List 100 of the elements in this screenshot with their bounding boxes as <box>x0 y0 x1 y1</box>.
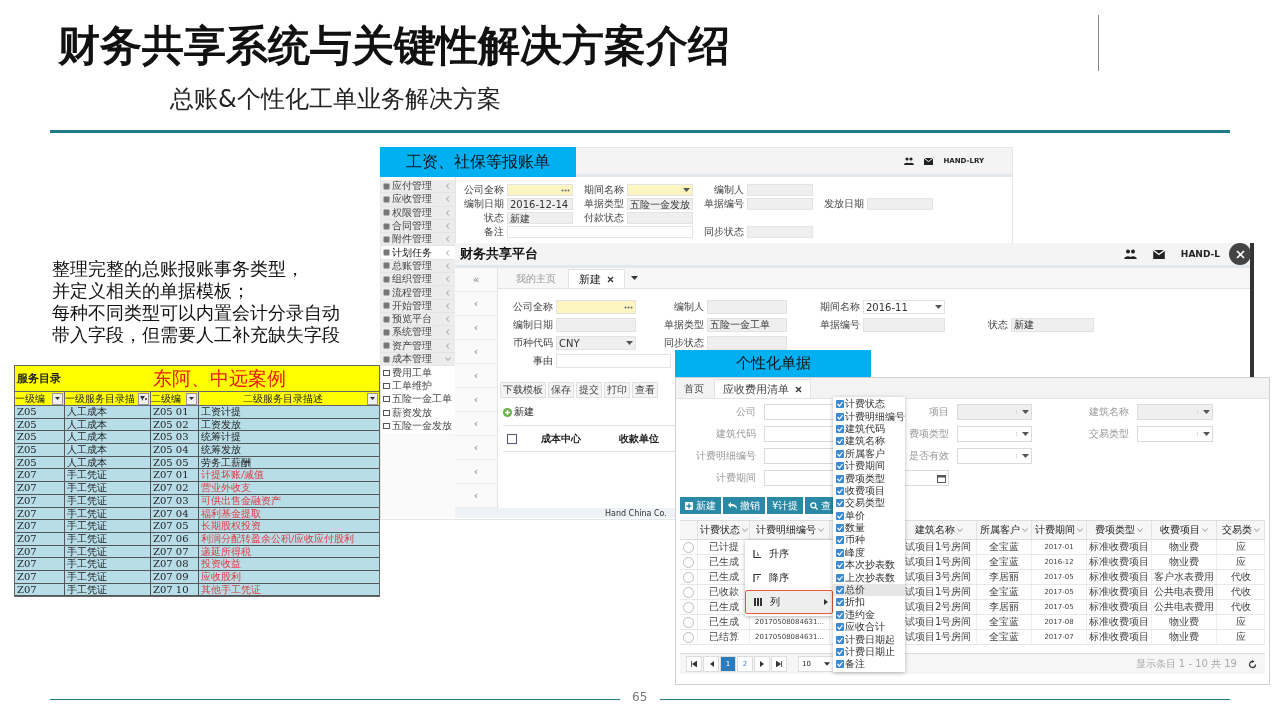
column-option[interactable]: 上次抄表数 <box>833 571 905 584</box>
users-icon[interactable] <box>904 157 915 165</box>
checkbox[interactable] <box>836 573 844 582</box>
submenu-item[interactable]: 工单维护 <box>381 379 455 393</box>
menu-item[interactable]: 降序 <box>745 566 833 590</box>
tab[interactable]: 新建 <box>568 269 625 288</box>
toolbar-button[interactable]: 下载模板 <box>500 382 546 398</box>
chevron-button[interactable]: ‹ <box>455 292 497 316</box>
select-field[interactable]: 2016-11 <box>863 300 945 314</box>
chevron-button[interactable]: ‹ <box>455 316 497 340</box>
menu-item[interactable]: 升序 <box>745 542 833 566</box>
close-icon[interactable] <box>607 275 614 283</box>
column-option[interactable]: 计费日期止 <box>833 645 905 659</box>
chevron-down-icon[interactable] <box>1253 528 1260 532</box>
radio-button[interactable] <box>683 541 694 553</box>
column-header[interactable]: 费项类型 <box>1095 523 1135 537</box>
checkbox[interactable] <box>836 511 844 520</box>
column-option[interactable]: 本次抄表数 <box>833 559 905 572</box>
menu-item[interactable]: 组织管理 <box>381 273 455 287</box>
mail-icon[interactable] <box>924 157 934 165</box>
menu-item[interactable]: 系统管理 <box>381 326 455 340</box>
select-field[interactable] <box>1137 426 1213 442</box>
column-option[interactable]: 建筑名称 <box>833 435 905 448</box>
checkbox[interactable] <box>836 449 844 458</box>
toolbar-button[interactable]: 打印 <box>604 382 630 398</box>
submenu-item[interactable]: 薪资发放 <box>381 406 455 420</box>
select-field[interactable] <box>627 184 693 196</box>
menu-item[interactable]: 流程管理 <box>381 286 455 300</box>
chevron-button[interactable]: ‹ <box>455 340 497 364</box>
menu-item[interactable]: 应收管理 <box>381 193 455 207</box>
previous-page-button[interactable] <box>703 656 719 672</box>
chevron-button[interactable]: ‹ <box>455 436 497 460</box>
column-header[interactable]: 收费项目 <box>1160 523 1200 537</box>
menu-item[interactable]: 计划任务 <box>381 246 455 260</box>
action-button[interactable]: ¥计提 <box>767 497 804 514</box>
chevron-down-icon[interactable] <box>817 528 824 532</box>
radio-button[interactable] <box>683 556 694 568</box>
radio-button[interactable] <box>683 571 694 583</box>
column-option[interactable]: 折扣 <box>833 596 905 609</box>
tab[interactable]: 首页 <box>676 380 712 398</box>
user-name[interactable]: HAND-L <box>1180 249 1220 259</box>
column-option[interactable]: 所属客户 <box>833 447 905 460</box>
chevron-down-icon[interactable] <box>741 528 748 532</box>
column-option[interactable]: 违约金 <box>833 608 905 622</box>
column-option[interactable]: 计费日期起 <box>833 633 905 646</box>
add-link[interactable]: 新建 <box>498 398 534 419</box>
column-option[interactable]: 收费项目 <box>833 484 905 498</box>
column-option[interactable]: 应收合计 <box>833 621 905 634</box>
checkbox[interactable] <box>836 635 844 644</box>
menu-item[interactable]: 应付管理 <box>381 180 455 194</box>
refresh-icon[interactable] <box>1248 659 1257 669</box>
chevron-button[interactable]: ‹ <box>455 388 497 412</box>
filter-button[interactable] <box>186 392 197 405</box>
select-field[interactable] <box>957 426 1032 442</box>
chevron-button[interactable]: ‹ <box>455 412 497 436</box>
last-page-button[interactable] <box>771 656 787 672</box>
toolbar-button[interactable]: 保存 <box>548 382 574 398</box>
chevron-down-icon[interactable] <box>1202 528 1208 532</box>
checkbox[interactable] <box>836 524 844 533</box>
text-field[interactable] <box>507 226 693 238</box>
lookup-field[interactable] <box>507 184 573 196</box>
checkbox[interactable] <box>836 610 844 619</box>
column-header[interactable]: 计费明细编号 <box>755 523 816 537</box>
checkbox[interactable] <box>507 433 517 444</box>
column-option[interactable]: 费项类型 <box>833 472 905 485</box>
action-button[interactable]: 撤销 <box>723 497 765 514</box>
checkbox[interactable] <box>836 548 844 557</box>
column-option[interactable]: 币种 <box>833 534 905 547</box>
filter-button[interactable] <box>138 392 149 405</box>
checkbox[interactable] <box>836 486 844 495</box>
toolbar-button[interactable]: 查看 <box>632 382 658 398</box>
action-button[interactable]: 新建 <box>680 497 721 514</box>
column-option[interactable]: 数量 <box>833 521 905 535</box>
chevron-down-icon[interactable] <box>1077 528 1083 532</box>
checkbox[interactable] <box>836 586 844 595</box>
menu-item[interactable]: 列 <box>745 590 833 614</box>
users-icon[interactable] <box>1123 249 1137 259</box>
checkbox[interactable] <box>836 424 844 433</box>
next-page-button[interactable] <box>754 656 770 672</box>
select-field[interactable] <box>957 448 1032 464</box>
chevron-button[interactable]: ‹ <box>455 364 497 388</box>
text-field[interactable] <box>556 354 671 368</box>
mail-icon[interactable] <box>1152 249 1165 259</box>
column-option[interactable]: 峰度 <box>833 546 905 560</box>
column-option[interactable]: 计费状态 <box>833 398 905 411</box>
column-header[interactable]: 计费期间 <box>1035 523 1075 537</box>
radio-button[interactable] <box>683 631 694 643</box>
column-header[interactable]: 计费状态 <box>699 523 740 537</box>
filter-button[interactable] <box>367 392 378 405</box>
column-option[interactable]: 计费期间 <box>833 459 905 473</box>
chevron-button[interactable]: « <box>455 268 497 292</box>
column-option[interactable]: 建筑代码 <box>833 422 905 436</box>
chevron-down-icon[interactable] <box>1022 528 1028 532</box>
submenu-item[interactable]: 五险一金发放 <box>381 419 455 433</box>
lookup-field[interactable] <box>556 300 636 314</box>
filter-button[interactable] <box>52 392 63 405</box>
column-option[interactable]: 备注 <box>833 658 905 671</box>
first-page-button[interactable] <box>686 656 702 672</box>
close-icon[interactable] <box>795 385 802 393</box>
column-option[interactable]: 总价 <box>833 583 905 597</box>
